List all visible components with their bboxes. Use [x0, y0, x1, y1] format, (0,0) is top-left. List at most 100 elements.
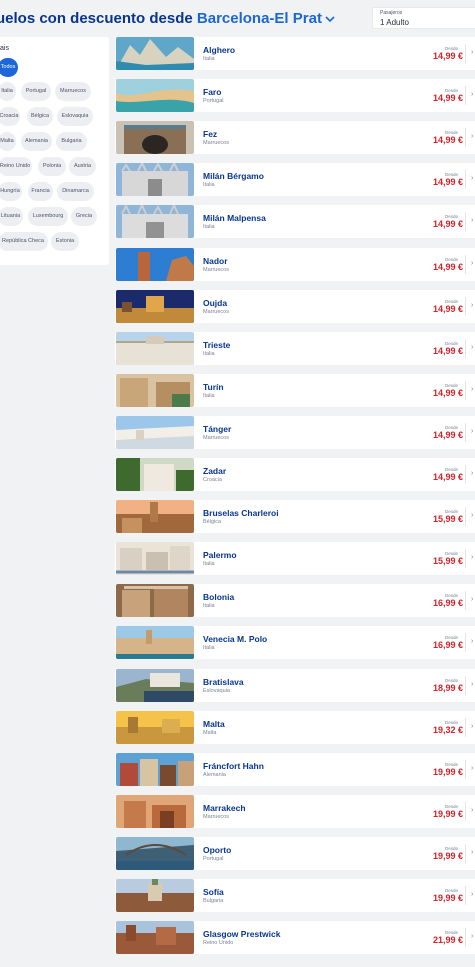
chevron-right-icon[interactable]: ›: [471, 849, 473, 856]
destination-photo: [116, 584, 194, 618]
card-divider: [465, 717, 466, 737]
chevron-right-icon[interactable]: ›: [471, 596, 473, 603]
destination-name: Faro: [203, 87, 222, 98]
destination-card-venecia-m-polo[interactable]: Venecia M. Polo Italia Desde 16,99 € ›: [115, 626, 475, 660]
destination-card-turin[interactable]: Turín Italia Desde 14,99 € ›: [115, 373, 475, 407]
country-chip-hungría[interactable]: Hungría: [0, 182, 22, 201]
destination-card-francfort-hahn[interactable]: Fráncfort Hahn Alemania Desde 19,99 € ›: [115, 752, 475, 786]
chevron-right-icon[interactable]: ›: [471, 260, 473, 267]
origin-city-label: Barcelona-El Prat: [196, 10, 322, 27]
destination-card-trieste[interactable]: Trieste Italia Desde 14,99 € ›: [115, 331, 475, 365]
country-chip-bulgaria[interactable]: Bulgaria: [56, 132, 87, 151]
country-chip-reino-unido[interactable]: Reino Unido: [0, 157, 32, 176]
chevron-right-icon[interactable]: ›: [471, 723, 473, 730]
destination-card-bruselas-charleroi[interactable]: Bruselas Charleroi Bélgica Desde 15,99 € ›: [115, 500, 475, 534]
chevron-right-icon[interactable]: ›: [471, 49, 473, 56]
destination-card-milan-bergamo[interactable]: Milán Bérgamo Italia Desde 14,99 € ›: [115, 163, 475, 197]
chevron-right-icon[interactable]: ›: [471, 175, 473, 182]
destination-price: 14,99 €: [432, 345, 463, 356]
country-chip-república-checa[interactable]: República Checa: [0, 232, 48, 251]
destination-country: Marruecos: [203, 308, 229, 315]
card-divider: [465, 380, 466, 400]
destination-card-palermo[interactable]: Palermo Italia Desde 15,99 € ›: [115, 542, 475, 576]
chevron-right-icon[interactable]: ›: [471, 428, 473, 435]
country-chip-grecia[interactable]: Grecia: [71, 207, 97, 226]
card-divider: [465, 507, 466, 527]
chevron-right-icon[interactable]: ›: [471, 638, 473, 645]
chevron-right-icon[interactable]: ›: [471, 765, 473, 772]
destination-card-tanger[interactable]: Tánger Marruecos Desde 14,99 € ›: [115, 415, 475, 449]
chevron-right-icon[interactable]: ›: [471, 807, 473, 814]
destination-photo: [116, 626, 194, 660]
destination-price: 19,99 €: [432, 766, 463, 777]
country-chip-alemania[interactable]: Alemania: [21, 132, 52, 151]
country-chip-eslovaquia[interactable]: Eslovaquia: [57, 107, 93, 126]
destination-card-bolonia[interactable]: Bolonia Italia Desde 16,99 € ›: [115, 584, 475, 618]
country-chip-italia[interactable]: Italia: [0, 82, 16, 101]
origin-selector[interactable]: Barcelona-El Prat: [197, 10, 336, 27]
destination-country: Italia: [203, 603, 215, 610]
destination-photo: [116, 205, 194, 239]
country-chip-lituania[interactable]: Lituania: [0, 207, 23, 226]
destination-name: Fráncfort Hahn: [203, 760, 264, 771]
chevron-right-icon[interactable]: ›: [471, 891, 473, 898]
chevron-right-icon[interactable]: ›: [471, 554, 473, 561]
country-chip-todos[interactable]: Todos: [0, 58, 18, 77]
country-chip-luxembourg[interactable]: Luxembourg: [28, 207, 68, 226]
destination-photo: [116, 458, 194, 491]
destination-name: Palermo: [203, 550, 237, 561]
passengers-value: 1 Adulto: [380, 18, 409, 27]
destination-country: Marruecos: [203, 266, 229, 273]
destination-card-oporto[interactable]: Oporto Portugal Desde 19,99 € ›: [115, 836, 475, 870]
destination-card-bratislava[interactable]: Bratislava Eslovaquia Desde 18,99 € ›: [115, 668, 475, 702]
chevron-right-icon[interactable]: ›: [471, 470, 473, 477]
destination-card-sofia[interactable]: Sofía Bulgaria Desde 19,99 € ›: [115, 879, 475, 912]
destination-country: Croacia: [203, 477, 222, 483]
country-chip-francia[interactable]: Francia: [28, 182, 53, 201]
destination-card-faro[interactable]: Faro Portugal Desde 14,99 € ›: [115, 79, 475, 113]
destination-country: Italia: [203, 56, 215, 62]
passengers-selector[interactable]: Pasajeros 1 Adulto: [372, 7, 475, 29]
destination-card-milan-malpensa[interactable]: Milán Malpensa Italia Desde 14,99 € ›: [115, 205, 475, 239]
country-chip-portugal[interactable]: Portugal: [21, 82, 51, 101]
destination-price: 14,99 €: [432, 472, 463, 482]
chevron-right-icon[interactable]: ›: [471, 512, 473, 519]
destination-name: Nador: [203, 255, 228, 266]
country-chip-malta[interactable]: Malta: [0, 132, 16, 151]
chevron-right-icon[interactable]: ›: [471, 681, 473, 688]
country-chip-bélgica[interactable]: Bélgica: [27, 107, 53, 126]
destination-photo: [116, 500, 194, 534]
destination-price: 14,99 €: [432, 93, 463, 104]
destination-name: Tánger: [203, 423, 232, 434]
destination-card-nador[interactable]: Nador Marruecos Desde 14,99 € ›: [115, 247, 475, 281]
destination-photo: [116, 668, 194, 702]
destination-card-fez[interactable]: Fez Marruecos Desde 14,99 € ›: [115, 121, 475, 155]
destination-country: Marruecos: [203, 140, 229, 147]
destination-price: 14,99 €: [432, 303, 463, 314]
country-chip-marruecos[interactable]: Marruecos: [55, 82, 91, 101]
chevron-right-icon[interactable]: ›: [471, 302, 473, 309]
chevron-right-icon[interactable]: ›: [471, 386, 473, 393]
destination-card-marrakech[interactable]: Marrakech Marruecos Desde 19,99 € ›: [115, 794, 475, 828]
destination-card-alghero[interactable]: Alghero Italia Desde 14,99 € ›: [115, 37, 475, 70]
country-chip-croacia[interactable]: Croacia: [0, 107, 20, 126]
chevron-right-icon[interactable]: ›: [471, 933, 473, 940]
country-chip-polonia[interactable]: Polonia: [38, 157, 66, 176]
destination-price: 18,99 €: [432, 682, 463, 693]
destination-card-malta[interactable]: Malta Malta Desde 19,32 € ›: [115, 710, 475, 744]
country-chip-dinamarca[interactable]: Dinamarca: [57, 182, 94, 201]
destination-price: 19,99 €: [432, 850, 463, 861]
chevron-right-icon[interactable]: ›: [471, 344, 473, 351]
card-divider: [465, 465, 466, 484]
destination-card-oujda[interactable]: Oujda Marruecos Desde 14,99 € ›: [115, 289, 475, 323]
country-filter-panel: ais Todos Italia Portugal Marruecos Croacia B…: [0, 37, 109, 265]
destination-photo: [116, 37, 194, 70]
chevron-right-icon[interactable]: ›: [471, 133, 473, 140]
chevron-right-icon[interactable]: ›: [471, 91, 473, 98]
destination-card-zadar[interactable]: Zadar Croacia Desde 14,99 € ›: [115, 458, 475, 491]
destination-card-glasgow-prestwick[interactable]: Glasgow Prestwick Reino Unido Desde 21,99 €…: [115, 921, 475, 955]
country-chip-austria[interactable]: Austria: [69, 157, 96, 176]
chevron-right-icon[interactable]: ›: [471, 217, 473, 224]
destination-country: Marruecos: [203, 434, 229, 441]
country-chip-estonia[interactable]: Estonia: [51, 232, 79, 251]
